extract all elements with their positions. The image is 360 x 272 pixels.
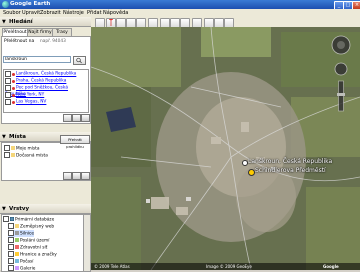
list-item[interactable]: New York, NY <box>5 92 44 98</box>
list-item[interactable]: Moje místa <box>4 145 39 152</box>
status-bar: © 2009 Tele Atlas Image © 2009 GeoEye Go… <box>91 263 360 270</box>
clear-results-button[interactable] <box>63 114 72 122</box>
places-up-button[interactable] <box>63 172 72 180</box>
checkbox[interactable] <box>5 85 11 91</box>
layer-item[interactable]: Hranice a značky <box>8 251 57 258</box>
checkbox[interactable] <box>5 78 11 84</box>
collapse-arrow-icon: ▼ <box>2 19 6 25</box>
folder-icon <box>11 153 15 157</box>
search-header-label: Hledání <box>9 18 33 25</box>
layer-item[interactable]: Galerie <box>8 265 35 272</box>
checkbox[interactable] <box>8 251 14 257</box>
placemark-icon <box>12 72 15 76</box>
checkbox[interactable] <box>5 71 11 77</box>
map-view[interactable]: Lanškroun, Česká Republika Schindlerova … <box>91 27 360 270</box>
checkbox[interactable] <box>5 92 11 98</box>
close-results-button[interactable] <box>81 114 90 122</box>
gallery-icon <box>15 266 19 270</box>
checkbox[interactable] <box>8 265 14 271</box>
checkbox[interactable] <box>5 99 11 105</box>
folder-icon <box>15 224 19 228</box>
list-item[interactable]: Pec pod Sněžkou, Česká Republika <box>5 85 88 97</box>
health-icon <box>15 245 19 249</box>
play-tour-button[interactable]: Přehrát prohlídku <box>60 135 90 149</box>
collapse-arrow-icon: ▼ <box>2 134 6 140</box>
placemark-icon <box>12 100 15 104</box>
road-icon <box>15 231 19 235</box>
menu-edit[interactable]: Upravit <box>22 10 40 16</box>
collapse-arrow-icon: ▼ <box>2 206 6 212</box>
folder-icon <box>11 146 15 150</box>
placemark-icon <box>12 79 15 83</box>
weather-icon <box>15 259 19 263</box>
layers-header-label: Vrstvy <box>9 205 30 212</box>
layer-item[interactable]: Zeměpisný web <box>8 223 54 230</box>
checkbox[interactable] <box>8 244 14 250</box>
pin-icon <box>108 15 114 27</box>
checkbox[interactable] <box>8 258 14 264</box>
checkbox[interactable] <box>4 145 10 151</box>
places-header-label: Místa <box>9 133 26 140</box>
satellite-imagery <box>91 27 360 270</box>
checkbox[interactable] <box>8 230 14 236</box>
menu-view[interactable]: Zobrazit <box>40 10 61 16</box>
territory-icon <box>15 238 19 242</box>
checkbox[interactable] <box>3 216 9 222</box>
search-panel-header[interactable]: ▼ Hledání <box>0 17 91 27</box>
search-button[interactable] <box>73 56 86 65</box>
layers-scrollbar[interactable] <box>83 214 91 272</box>
window-title: Google Earth <box>10 1 51 7</box>
list-item[interactable]: Praha, Česká Republika <box>5 78 66 84</box>
checkbox[interactable] <box>4 152 10 158</box>
checkbox[interactable] <box>8 223 14 229</box>
list-item[interactable]: Las Vegas, NV <box>5 99 46 105</box>
menu-help[interactable]: Nápověda <box>103 10 128 16</box>
fly-to-hint: např. 94043 <box>40 39 66 44</box>
search-icon <box>76 57 82 64</box>
globe-icon <box>10 217 14 221</box>
checkbox[interactable] <box>8 237 14 243</box>
placemark-icon <box>12 86 15 90</box>
copy-results-button[interactable] <box>72 114 81 122</box>
menu-add[interactable]: Přidat <box>87 10 102 16</box>
title-bar: Google Earth _ □ × <box>0 0 360 10</box>
places-down-button[interactable] <box>72 172 81 180</box>
layer-item[interactable]: Zdravotní síť <box>8 244 47 251</box>
menu-file[interactable]: Soubor <box>3 10 21 16</box>
layer-item[interactable]: Počasí <box>8 258 34 265</box>
status-copyright-center: Image © 2009 GeoEye <box>206 264 252 269</box>
map-label-city[interactable]: Lanškroun, Česká Republika <box>248 158 332 165</box>
google-earth-logo-icon <box>2 1 9 8</box>
placemark-icon <box>12 93 15 97</box>
sidebar: ▼ Hledání Přelétnout Najít firmy Trasy P… <box>0 17 91 272</box>
list-item[interactable]: Dočasná místa <box>4 152 48 159</box>
layer-item[interactable]: Primární databáze <box>3 216 54 223</box>
fly-to-label: Přelétnout na <box>4 39 35 44</box>
list-item[interactable]: Lanškroun, Česká Republika <box>5 71 76 77</box>
placemark-dot-icon[interactable] <box>248 169 255 176</box>
places-folder-button[interactable] <box>81 172 90 180</box>
layer-item[interactable]: Posláni území <box>8 237 49 244</box>
google-logo: Google <box>323 264 339 269</box>
map-label-district[interactable]: Schindlerova Předměstí <box>255 167 326 174</box>
menu-tools[interactable]: Nástroje <box>63 10 84 16</box>
layer-item[interactable]: Silnice <box>8 230 35 237</box>
borders-icon <box>15 252 19 256</box>
search-results-list: Lanškroun, Česká Republika Praha, Česká … <box>3 69 89 113</box>
search-input[interactable] <box>3 56 71 63</box>
status-copyright-left: © 2009 Tele Atlas <box>94 264 130 269</box>
layers-panel-header[interactable]: ▼ Vrstvy <box>0 204 91 214</box>
